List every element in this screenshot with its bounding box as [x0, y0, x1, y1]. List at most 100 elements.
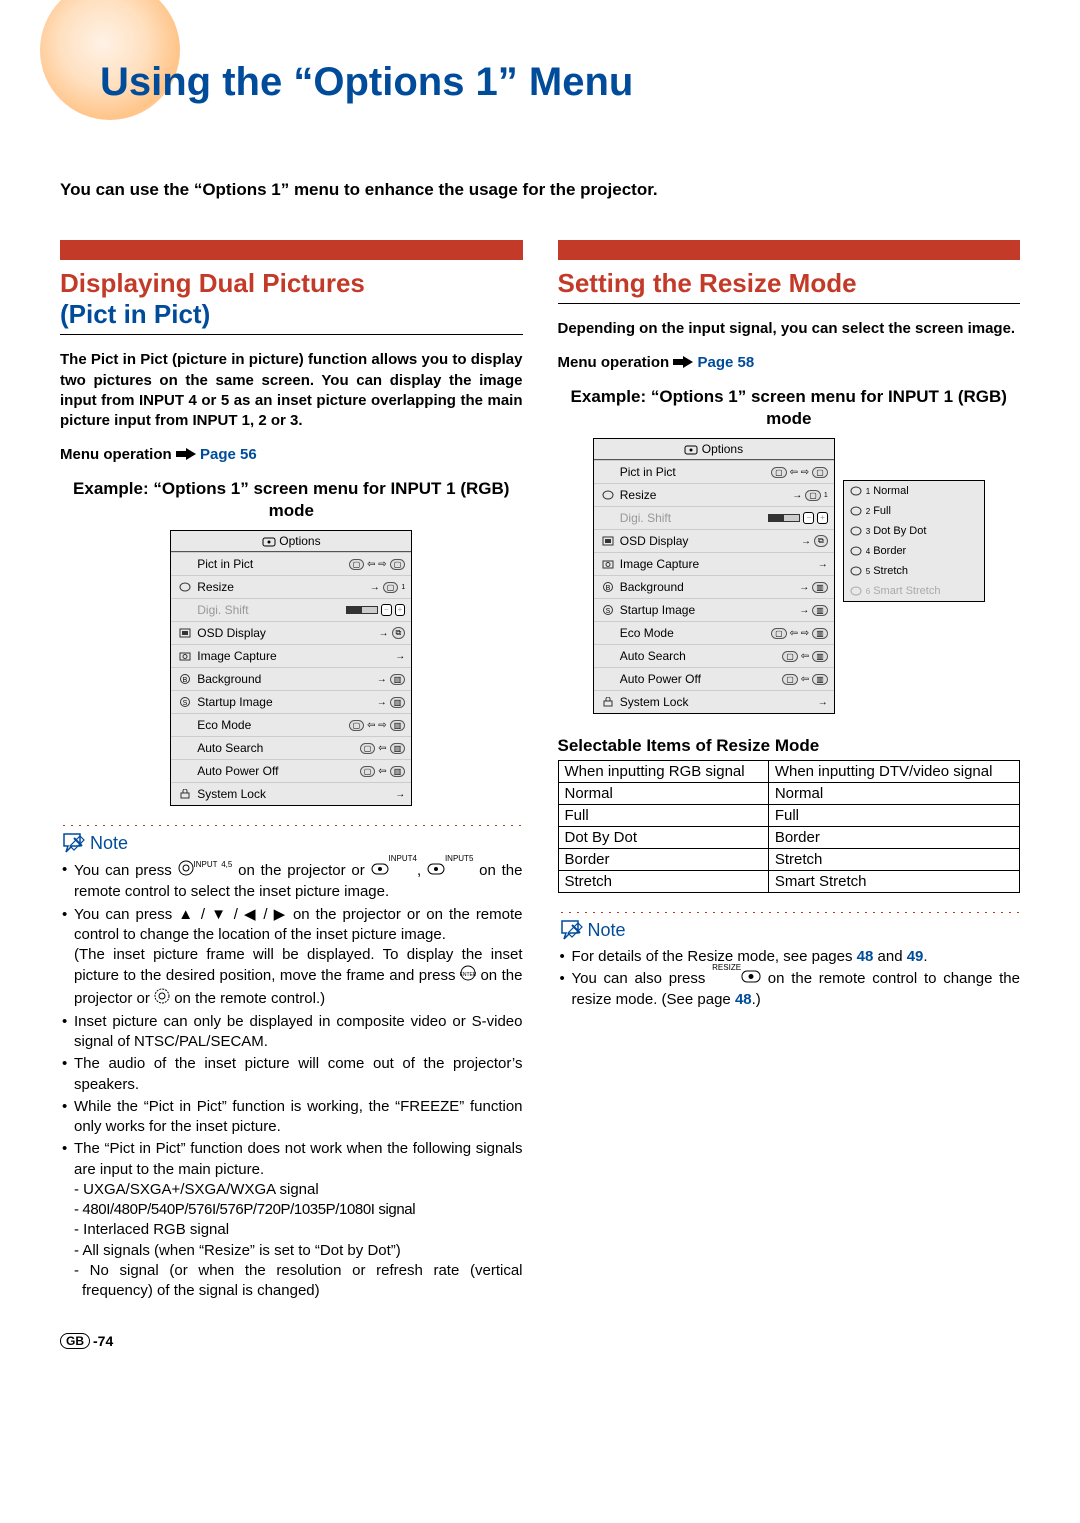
- page-link[interactable]: Page 56: [200, 446, 257, 463]
- page-link[interactable]: 48: [857, 948, 874, 965]
- osd-row: Auto Search▢ ⇦ ▥: [594, 644, 834, 667]
- table-header: When inputting RGB signal: [558, 761, 768, 783]
- osd-row-icon: B: [177, 674, 193, 684]
- subnote-item: No signal (or when the resolution or ref…: [82, 1261, 523, 1302]
- arrow-right-icon: [176, 447, 196, 464]
- osd-row-icon: [177, 628, 193, 638]
- table-row: Dot By DotBorder: [558, 827, 1020, 849]
- osd-row-values: → ⧉: [801, 535, 828, 547]
- note-text: and: [873, 948, 906, 965]
- osd-row: Resize→ ▢1: [171, 575, 411, 598]
- osd-row: Digi. Shift − +: [594, 506, 834, 529]
- osd-row: Image Capture→: [594, 552, 834, 575]
- menu-op-label: Menu operation: [558, 354, 670, 371]
- page-link[interactable]: 48: [735, 991, 752, 1008]
- intro-text: You can use the “Options 1” menu to enha…: [60, 180, 1020, 200]
- table-cell: Stretch: [768, 849, 1019, 871]
- osd-row: Pict in Pict▢ ⇦ ⇨ ▢: [171, 552, 411, 575]
- left-column: Displaying Dual Pictures (Pict in Pict) …: [60, 240, 523, 1303]
- osd-row-label: System Lock: [620, 695, 818, 709]
- note-heading-right: Note: [558, 919, 1021, 941]
- osd-row-label: Eco Mode: [197, 718, 348, 732]
- svg-text:B: B: [605, 585, 610, 592]
- osd-row: OSD Display→ ⧉: [594, 529, 834, 552]
- osd-row-values: →: [818, 559, 828, 570]
- page-link[interactable]: Page 58: [698, 354, 755, 371]
- heading-main: Displaying Dual Pictures: [60, 268, 365, 298]
- option-icon: [850, 566, 862, 576]
- example-title-left: Example: “Options 1” screen menu for INP…: [60, 478, 523, 522]
- option-icon: [850, 486, 862, 496]
- osd-row-label: Auto Power Off: [620, 672, 782, 686]
- menu-operation-right: Menu operation Page 58: [558, 354, 1021, 372]
- gb-badge: GB: [60, 1333, 90, 1349]
- note-icon: [558, 919, 584, 941]
- subnote-item: All signals (when “Resize” is set to “Do…: [82, 1241, 523, 1261]
- osd-row-values: → ▥: [377, 697, 406, 708]
- osd-row: Resize→ ▢1: [594, 483, 834, 506]
- osd-menu-left: Options Pict in Pict▢ ⇦ ⇨ ▢Resize→ ▢1Dig…: [170, 530, 412, 806]
- heading-sub: (Pict in Pict): [60, 299, 210, 329]
- osd-row-label: Digi. Shift: [620, 511, 769, 525]
- option-number: 4: [866, 547, 870, 556]
- left-heading: Displaying Dual Pictures (Pict in Pict): [60, 268, 523, 335]
- notes-list-left: You can press INPUT 4,5 on the projector…: [60, 860, 523, 1301]
- osd-row-label: Background: [620, 580, 799, 594]
- osd-row-label: Auto Search: [197, 741, 359, 755]
- table-cell: Normal: [768, 783, 1019, 805]
- page-link[interactable]: 49: [907, 948, 924, 965]
- osd-row: SStartup Image→ ▥: [171, 690, 411, 713]
- osd-row-icon: [177, 789, 193, 799]
- resize-option: 3Dot By Dot: [844, 521, 984, 541]
- svg-text:S: S: [605, 608, 610, 615]
- osd-row-values: →: [395, 651, 405, 662]
- table-row: NormalNormal: [558, 783, 1020, 805]
- osd-row-values: → ▥: [799, 605, 828, 616]
- osd-row: Auto Power Off▢ ⇦ ▥: [594, 667, 834, 690]
- option-number: 3: [866, 527, 870, 536]
- note-label: Note: [90, 833, 128, 854]
- input5-button-icon: [427, 861, 445, 881]
- osd-row-values: − +: [346, 604, 405, 616]
- right-paragraph: Depending on the input signal, you can s…: [558, 319, 1021, 339]
- table-cell: Smart Stretch: [768, 871, 1019, 893]
- osd-row: System Lock→: [171, 782, 411, 805]
- option-label: Border: [873, 545, 906, 557]
- enter-button-icon: ENTER: [460, 965, 476, 987]
- osd-row: Auto Power Off▢ ⇦ ▥: [171, 759, 411, 782]
- osd-header-label: Options: [279, 534, 320, 548]
- resize-option: 4Border: [844, 541, 984, 561]
- osd-row-label: Pict in Pict: [197, 557, 348, 571]
- option-icon: [850, 506, 862, 516]
- note-text: .: [923, 948, 927, 965]
- input4-button-icon: [371, 861, 389, 881]
- table-row: BorderStretch: [558, 849, 1020, 871]
- osd-header: Options: [594, 439, 834, 460]
- osd-row-values: ▢ ⇦ ▥: [782, 651, 828, 662]
- osd-row-values: ▢ ⇦ ⇨ ▢: [771, 467, 828, 478]
- osd-row-label: Image Capture: [620, 557, 818, 571]
- page-title: Using the “Options 1” Menu: [60, 30, 1020, 105]
- resize-option: 1Normal: [844, 481, 984, 501]
- osd-row-label: Auto Search: [620, 649, 782, 663]
- resize-table: When inputting RGB signal When inputting…: [558, 760, 1021, 893]
- table-header: When inputting DTV/video signal: [768, 761, 1019, 783]
- svg-text:ENTER: ENTER: [460, 972, 476, 978]
- right-column: Setting the Resize Mode Depending on the…: [558, 240, 1021, 1303]
- option-number: 1: [866, 487, 870, 496]
- subnotes-list: UXGA/SXGA+/SXGA/WXGA signal 480I/480P/54…: [74, 1180, 523, 1302]
- resize-option: 2Full: [844, 501, 984, 521]
- osd-row: BBackground→ ▥: [171, 667, 411, 690]
- osd-row-icon: S: [600, 605, 616, 615]
- osd-row-values: ▢ ⇦ ▥: [360, 743, 406, 754]
- note-item: You can also press RESIZE on the remote …: [572, 969, 1021, 1010]
- osd-row-label: Startup Image: [620, 603, 799, 617]
- input45-button-icon: [178, 860, 194, 882]
- note-item: You can press INPUT 4,5 on the projector…: [74, 860, 523, 903]
- table-cell: Full: [558, 805, 768, 827]
- osd-row: Image Capture→: [171, 644, 411, 667]
- osd-row: Eco Mode▢ ⇦ ⇨ ▥: [171, 713, 411, 736]
- table-cell: Border: [558, 849, 768, 871]
- osd-row-icon: [177, 651, 193, 661]
- osd-header: Options: [171, 531, 411, 552]
